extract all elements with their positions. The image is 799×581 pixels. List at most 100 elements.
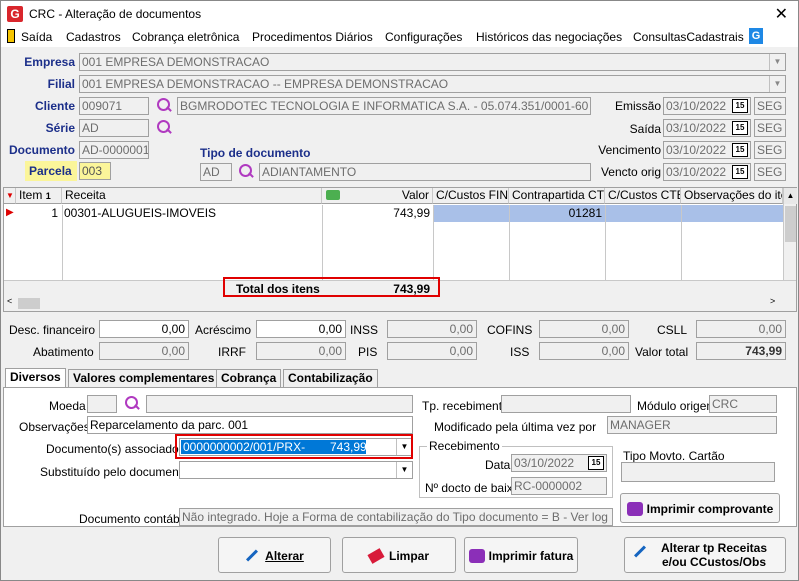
search-icon[interactable] [155, 119, 173, 137]
scroll-thumb[interactable] [785, 206, 796, 242]
scroll-up-icon[interactable]: ▲ [784, 188, 797, 204]
printer-icon [468, 548, 485, 563]
grid-header-item-text: Item [19, 188, 43, 202]
alterar-button[interactable]: Alterar [218, 537, 331, 573]
menu-cadastros[interactable]: Cadastros [66, 30, 121, 44]
empresa-select[interactable]: 001 EMPRESA DEMONSTRACAO ▼ [79, 53, 786, 71]
serie-field[interactable]: AD [79, 119, 149, 137]
row-contrapartida[interactable]: 01281 [509, 205, 605, 222]
moeda-name-field[interactable] [146, 395, 413, 413]
imprimir-comprovante-button[interactable]: Imprimir comprovante [620, 493, 780, 523]
recebimento-group-title: Recebimento [427, 439, 502, 453]
search-icon[interactable] [155, 97, 173, 115]
documento-field[interactable]: AD-0000001 [79, 141, 149, 159]
pencil-icon [246, 549, 259, 562]
app-logo-icon: G [7, 6, 23, 22]
tipo-code-field[interactable]: AD [200, 163, 232, 181]
abatimento-field: 0,00 [99, 342, 189, 360]
filial-select[interactable]: 001 EMPRESA DEMONSTRACAO -- EMPRESA DEMO… [79, 75, 786, 93]
calendar-icon[interactable]: 15 [732, 121, 748, 135]
desc-fin-field[interactable]: 0,00 [99, 320, 189, 338]
tp-recebimento-field[interactable] [501, 395, 631, 413]
grid-horizontal-scrollbar[interactable]: < > [4, 296, 796, 311]
parcela-field[interactable]: 003 [79, 162, 111, 180]
alterar-tp-receitas-button[interactable]: Alterar tp Receitas e/ou CCustos/Obs [624, 537, 786, 573]
menu-cobranca-eletronica[interactable]: Cobrança eletrônica [132, 30, 239, 44]
row-selected-highlight[interactable] [433, 205, 783, 222]
csll-field: 0,00 [696, 320, 786, 338]
grid-vertical-scrollbar[interactable]: ▲ [783, 188, 797, 280]
imprimir-comprovante-label: Imprimir comprovante [646, 501, 774, 516]
menu-procedimentos-diarios[interactable]: Procedimentos Diários [252, 30, 373, 44]
data-label: Data [485, 458, 511, 472]
alterar-tp-label-2: e/ou CCustos/Obs [661, 555, 766, 569]
total-highlight-box [223, 277, 440, 297]
menu-historicos[interactable]: Históricos das negociações [476, 30, 622, 44]
menu-saida[interactable]: Saída [21, 30, 52, 44]
search-icon[interactable] [123, 395, 141, 413]
moeda-code-field[interactable] [87, 395, 117, 413]
filial-value: 001 EMPRESA DEMONSTRACAO -- EMPRESA DEMO… [82, 77, 449, 91]
inss-field: 0,00 [387, 320, 477, 338]
exit-door-icon[interactable] [7, 29, 15, 43]
tab-valores-complementares[interactable]: Valores complementares [68, 369, 220, 387]
tipo-movto-label: Tipo Movto. Cartão [623, 449, 725, 463]
title-bar: G CRC - Alteração de documentos ✕ [1, 1, 798, 27]
hscroll-thumb[interactable] [18, 298, 40, 309]
inss-label: INSS [350, 323, 379, 337]
limpar-button[interactable]: Limpar [342, 537, 456, 573]
vencimento-dow: SEG [754, 141, 786, 159]
window-title: CRC - Alteração de documentos [29, 7, 202, 21]
calendar-icon[interactable]: 15 [732, 165, 748, 179]
scroll-left-icon[interactable]: < [7, 296, 12, 306]
moeda-label: Moeda [49, 399, 86, 413]
modificado-label: Modificado pela última vez por [434, 420, 597, 434]
search-icon[interactable] [237, 163, 255, 181]
menu-configuracoes[interactable]: Configurações [385, 30, 462, 44]
imprimir-fatura-button[interactable]: Imprimir fatura [464, 537, 578, 573]
eraser-icon [367, 547, 385, 564]
cliente-name-field[interactable]: BGMRODOTEC TECNOLOGIA E INFORMATICA S.A.… [177, 97, 591, 115]
close-icon[interactable]: ✕ [775, 4, 788, 24]
grid-header-valor[interactable]: Valor [322, 188, 433, 204]
tab-contabilizacao[interactable]: Contabilização [283, 369, 378, 387]
tab-diversos[interactable]: Diversos [5, 368, 66, 388]
money-icon [326, 190, 340, 200]
imprimir-fatura-label: Imprimir fatura [488, 548, 574, 563]
vencto-orig-dow: SEG [754, 163, 786, 181]
iss-field: 0,00 [539, 342, 629, 360]
calendar-icon[interactable]: 15 [732, 143, 748, 157]
observacoes-label: Observações [19, 420, 90, 434]
grid-header-contrapartida[interactable]: Contrapartida CTB [509, 188, 605, 204]
row-item[interactable]: 1 [16, 205, 62, 222]
grid-header-valor-text: Valor [401, 188, 429, 202]
tab-cobranca[interactable]: Cobrança [216, 369, 282, 387]
chevron-down-icon[interactable]: ▼ [396, 462, 412, 478]
docto-baixa-label: Nº docto de baixa [425, 481, 520, 495]
chevron-down-icon[interactable]: ▼ [769, 54, 785, 70]
grid-header-ccfin[interactable]: C/Custos FIN [433, 188, 509, 204]
substituido-select[interactable]: ▼ [179, 461, 413, 479]
grid-header-ccctb[interactable]: C/Custos CTB [605, 188, 681, 204]
help-g-icon[interactable]: G [749, 28, 763, 44]
acrescimo-field[interactable]: 0,00 [256, 320, 346, 338]
chevron-down-icon[interactable]: ▼ [769, 76, 785, 92]
scroll-right-icon[interactable]: > [770, 296, 775, 306]
grid-header-obs[interactable]: Observações do item [681, 188, 783, 204]
cliente-code-field[interactable]: 009071 [79, 97, 149, 115]
row-valor[interactable]: 743,99 [322, 205, 433, 222]
calendar-icon[interactable]: 15 [732, 99, 748, 113]
menu-consultas-cadastrais[interactable]: ConsultasCadastrais [633, 30, 744, 44]
row-receita[interactable]: 00301-ALUGUEIS-IMOVEIS [64, 205, 322, 222]
calendar-icon[interactable]: 15 [588, 456, 604, 470]
alterar-label: Alterar [265, 548, 304, 563]
grid-header-receita[interactable]: Receita [62, 188, 322, 204]
observacoes-field[interactable]: Reparcelamento da parc. 001 [87, 416, 413, 434]
valor-total-field: 743,99 [696, 342, 786, 360]
cofins-field: 0,00 [539, 320, 629, 338]
row-pointer-icon: ▶ [6, 207, 14, 218]
irrf-label: IRRF [218, 345, 246, 359]
grid-header-item[interactable]: Item 1 [16, 188, 62, 204]
tipo-name-field[interactable]: ADIANTAMENTO [259, 163, 591, 181]
main-window: G CRC - Alteração de documentos ✕ Saída … [0, 0, 799, 581]
